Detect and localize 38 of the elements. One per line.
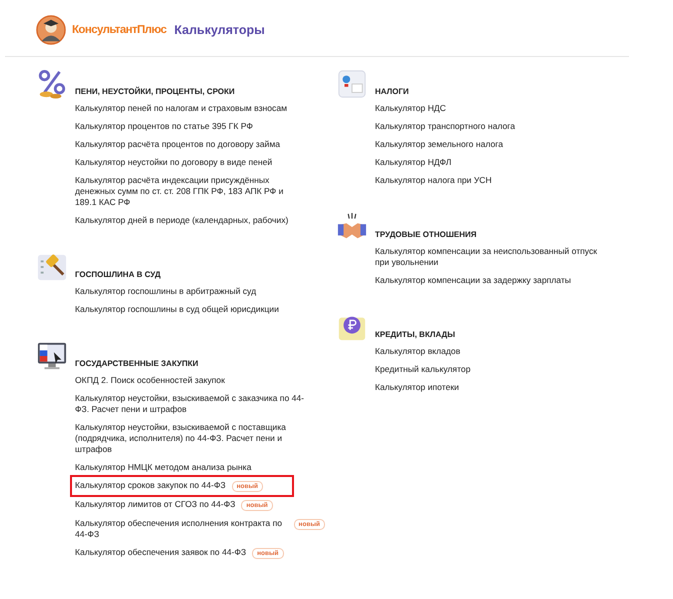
calculator-link[interactable]: ОКПД 2. Поиск особенностей закупок bbox=[75, 375, 225, 386]
percent-icon bbox=[37, 69, 67, 99]
calculator-link[interactable]: Калькулятор пеней по налогам и страховым взносам bbox=[75, 103, 288, 114]
calculator-link[interactable]: Калькулятор неустойки, взыскиваемой с поставщика (подрядчика, исполнителя) по 44-ФЗ. Расчет пени и штрафов bbox=[75, 422, 307, 455]
section-heading: ГОСПОШЛИНА В СУД bbox=[75, 270, 161, 281]
calculator-link[interactable]: Калькулятор госпошлины в суд общей юрисдикции bbox=[75, 304, 279, 315]
calculator-link[interactable]: Калькулятор ипотеки bbox=[375, 382, 459, 393]
section-heading: КРЕДИТЫ, ВКЛАДЫ bbox=[375, 330, 456, 341]
calculator-link[interactable]: Калькулятор дней в периоде (календарных, рабочих) bbox=[75, 215, 288, 226]
calculator-link[interactable]: Калькулятор лимитов от СГОЗ по 44-ФЗ bbox=[75, 499, 236, 510]
calculator-link[interactable]: Калькулятор расчёта процентов по договору займа bbox=[75, 139, 280, 150]
calculator-link[interactable]: Калькулятор налога при УСН bbox=[375, 175, 492, 186]
section-heading: ГОСУДАРСТВЕННЫЕ ЗАКУПКИ bbox=[75, 359, 198, 370]
calculator-link[interactable]: Калькулятор вкладов bbox=[375, 346, 460, 357]
section-heading: ПЕНИ, НЕУСТОЙКИ, ПРОЦЕНТЫ, СРОКИ bbox=[75, 87, 235, 98]
calculator-link[interactable]: Калькулятор обеспечения исполнения контракта по 44-ФЗ bbox=[75, 518, 288, 540]
calculator-link[interactable]: Калькулятор НДС bbox=[375, 103, 446, 114]
calculator-link[interactable]: Калькулятор компенсации за неиспользованный отпуск при увольнении bbox=[375, 246, 607, 268]
avatar-icon bbox=[36, 15, 66, 45]
calculator-link[interactable]: Калькулятор неустойки по договору в виде пеней bbox=[75, 157, 272, 168]
calculator-link[interactable]: Калькулятор госпошлины в арбитражный суд bbox=[75, 286, 256, 297]
calculator-link[interactable]: Калькулятор НМЦК методом анализа рынка bbox=[75, 462, 252, 473]
section-heading: ТРУДОВЫЕ ОТНОШЕНИЯ bbox=[375, 230, 477, 241]
calculator-link[interactable]: Калькулятор компенсации за задержку зарплаты bbox=[375, 275, 571, 286]
calculator-link[interactable]: Калькулятор НДФЛ bbox=[375, 157, 452, 168]
calculator-link[interactable]: Калькулятор расчёта индексации присуждённых денежных сумм по ст. ст. 208 ГПК РФ, 183 АПК РФ и 189.1 КАС РФ bbox=[75, 175, 307, 208]
page-title: Калькуляторы bbox=[174, 23, 265, 37]
calculator-link[interactable]: Калькулятор процентов по статье 395 ГК РФ bbox=[75, 121, 253, 132]
calculator-link[interactable]: Калькулятор обеспечения заявок по 44-ФЗ bbox=[75, 547, 246, 558]
document-icon bbox=[337, 69, 367, 99]
calculator-link[interactable]: Калькулятор неустойки, взыскиваемой с заказчика по 44-ФЗ. Расчет пени и штрафов bbox=[75, 393, 307, 415]
calculator-link[interactable]: Калькулятор транспортного налога bbox=[375, 121, 515, 132]
gavel-icon bbox=[37, 252, 67, 282]
calculator-link[interactable]: Калькулятор земельного налога bbox=[375, 139, 503, 150]
calculator-link[interactable]: Кредитный калькулятор bbox=[375, 364, 470, 375]
section-heading: НАЛОГИ bbox=[375, 87, 409, 98]
calculator-link[interactable]: Калькулятор сроков закупок по 44-ФЗ bbox=[75, 480, 226, 491]
monitor-icon bbox=[37, 341, 67, 371]
